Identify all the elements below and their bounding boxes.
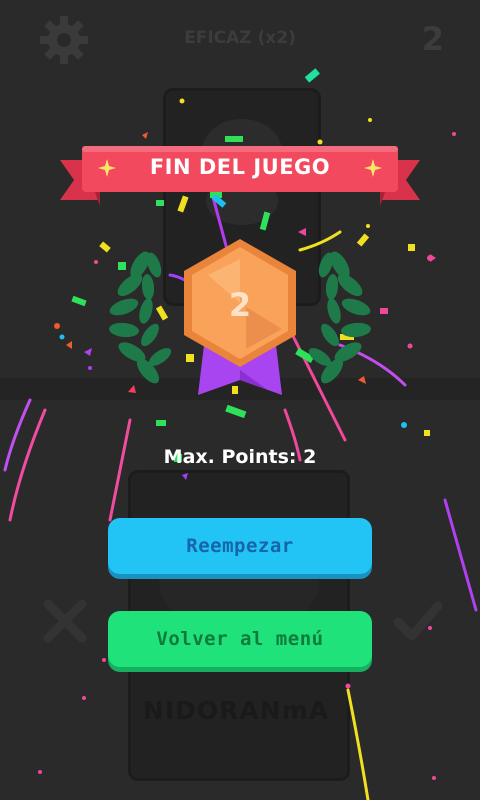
restart-button[interactable]: Reempezar <box>108 518 372 574</box>
mode-label: EFICAZ (x2) <box>184 28 296 48</box>
card-name: NIDORANmA <box>142 696 330 725</box>
back-to-menu-button[interactable]: Volver al menú <box>108 611 372 667</box>
medal-value: 2 <box>228 286 252 324</box>
close-icon[interactable] <box>40 596 90 646</box>
score-counter: 2 <box>421 20 444 58</box>
game-over-title: FIN DEL JUEGO <box>149 155 331 179</box>
max-points-label: Max. Points: 2 <box>163 446 317 468</box>
top-bar: EFICAZ (x2) 2 <box>0 0 480 80</box>
laurel-icon <box>308 251 371 384</box>
laurel-icon <box>109 251 172 384</box>
gear-icon[interactable] <box>38 14 90 66</box>
check-icon[interactable] <box>392 596 442 646</box>
